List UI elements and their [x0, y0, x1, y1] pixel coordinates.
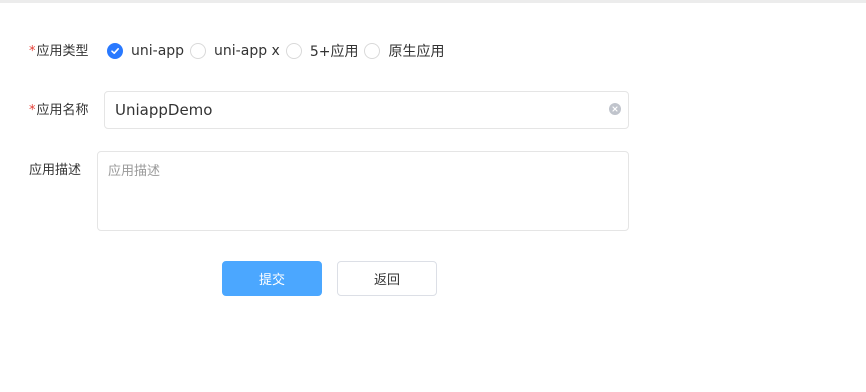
radio-unchecked-icon[interactable]	[190, 43, 207, 59]
app-name-input-value[interactable]: UniappDemo	[115, 101, 212, 119]
radio-unchecked-icon[interactable]	[364, 43, 381, 59]
radio-unchecked-icon[interactable]	[285, 43, 302, 59]
radio-option-label[interactable]: 5+应用	[310, 41, 359, 61]
app-name-label: *应用名称	[29, 103, 89, 119]
radio-option-label[interactable]: 原生应用	[388, 41, 444, 61]
radio-checked-icon[interactable]	[107, 43, 123, 59]
top-divider	[0, 0, 866, 3]
app-desc-textarea[interactable]: 应用描述	[97, 151, 629, 231]
submit-button[interactable]: 提交	[222, 261, 322, 296]
required-mark: *	[29, 44, 36, 59]
close-icon	[612, 106, 618, 112]
required-mark: *	[29, 103, 36, 118]
clear-icon[interactable]	[609, 103, 621, 115]
app-name-label-text: 应用名称	[36, 103, 89, 118]
app-type-label-text: 应用类型	[36, 44, 89, 59]
app-name-input[interactable]: UniappDemo	[104, 91, 629, 129]
radio-option-native-app[interactable]: 原生应用	[364, 41, 450, 61]
back-button[interactable]: 返回	[337, 261, 437, 296]
app-type-label: *应用类型	[29, 44, 89, 60]
app-type-radio-group: uni-app uni-app x 5+应用 原生应用	[107, 41, 450, 61]
app-desc-label: 应用描述	[29, 163, 82, 178]
radio-option-label[interactable]: uni-app x	[214, 43, 280, 59]
radio-option-uni-app[interactable]: uni-app	[107, 43, 190, 59]
check-icon	[111, 48, 119, 54]
radio-option-uni-app-x[interactable]: uni-app x	[190, 43, 286, 59]
radio-option-5plus-app[interactable]: 5+应用	[285, 41, 365, 61]
app-desc-placeholder[interactable]: 应用描述	[108, 164, 160, 180]
radio-option-label[interactable]: uni-app	[131, 43, 184, 59]
